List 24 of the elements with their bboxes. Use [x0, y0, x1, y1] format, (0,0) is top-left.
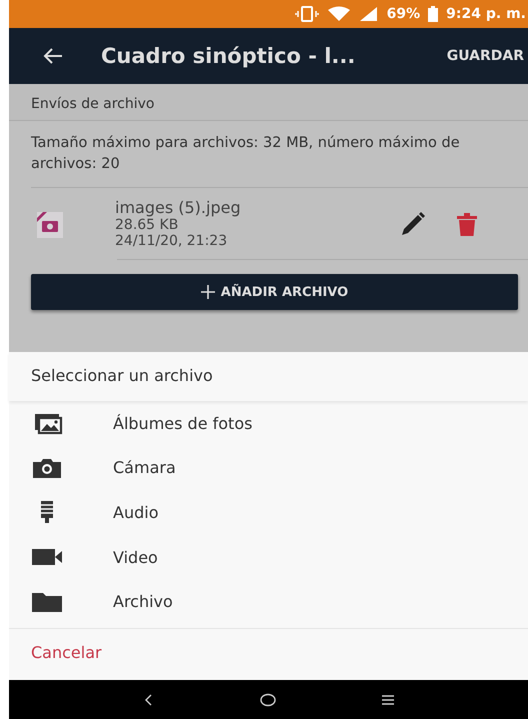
upload-limits-text: Tamaño máximo para archivos: 32 MB, número máximo de archivos: 20	[31, 121, 528, 188]
wifi-icon	[326, 6, 351, 22]
source-option[interactable]: Audio	[9, 500, 528, 524]
vibrate-icon	[294, 6, 319, 22]
file-size: 28.65 KB	[115, 217, 180, 234]
add-file-button[interactable]: AÑADIR ARCHIVO	[31, 274, 518, 310]
file-date: 24/11/20, 21:23	[115, 233, 228, 250]
screen-title: Cuadro sinóptico - l...	[101, 44, 356, 68]
cancel-button[interactable]: Cancelar	[9, 629, 528, 680]
battery-percent: 69%	[386, 6, 420, 22]
source-option[interactable]: Video	[9, 545, 528, 570]
clock-time: 9:24 p. m.	[446, 6, 526, 22]
save-button[interactable]: GUARDAR	[446, 48, 528, 64]
source-option[interactable]: Archivo	[9, 590, 528, 614]
signal-icon	[358, 6, 379, 22]
file-name: images (5).jpeg	[115, 198, 242, 218]
sheet-title: Seleccionar un archivo	[9, 352, 528, 401]
source-option[interactable]: Álbumes de fotos	[9, 411, 528, 436]
battery-icon	[428, 6, 438, 22]
trash-icon[interactable]	[456, 212, 478, 236]
plus-icon	[200, 285, 215, 300]
home-icon[interactable]	[259, 692, 278, 706]
pencil-icon[interactable]	[400, 210, 426, 237]
source-option[interactable]: Cámara	[9, 456, 528, 480]
